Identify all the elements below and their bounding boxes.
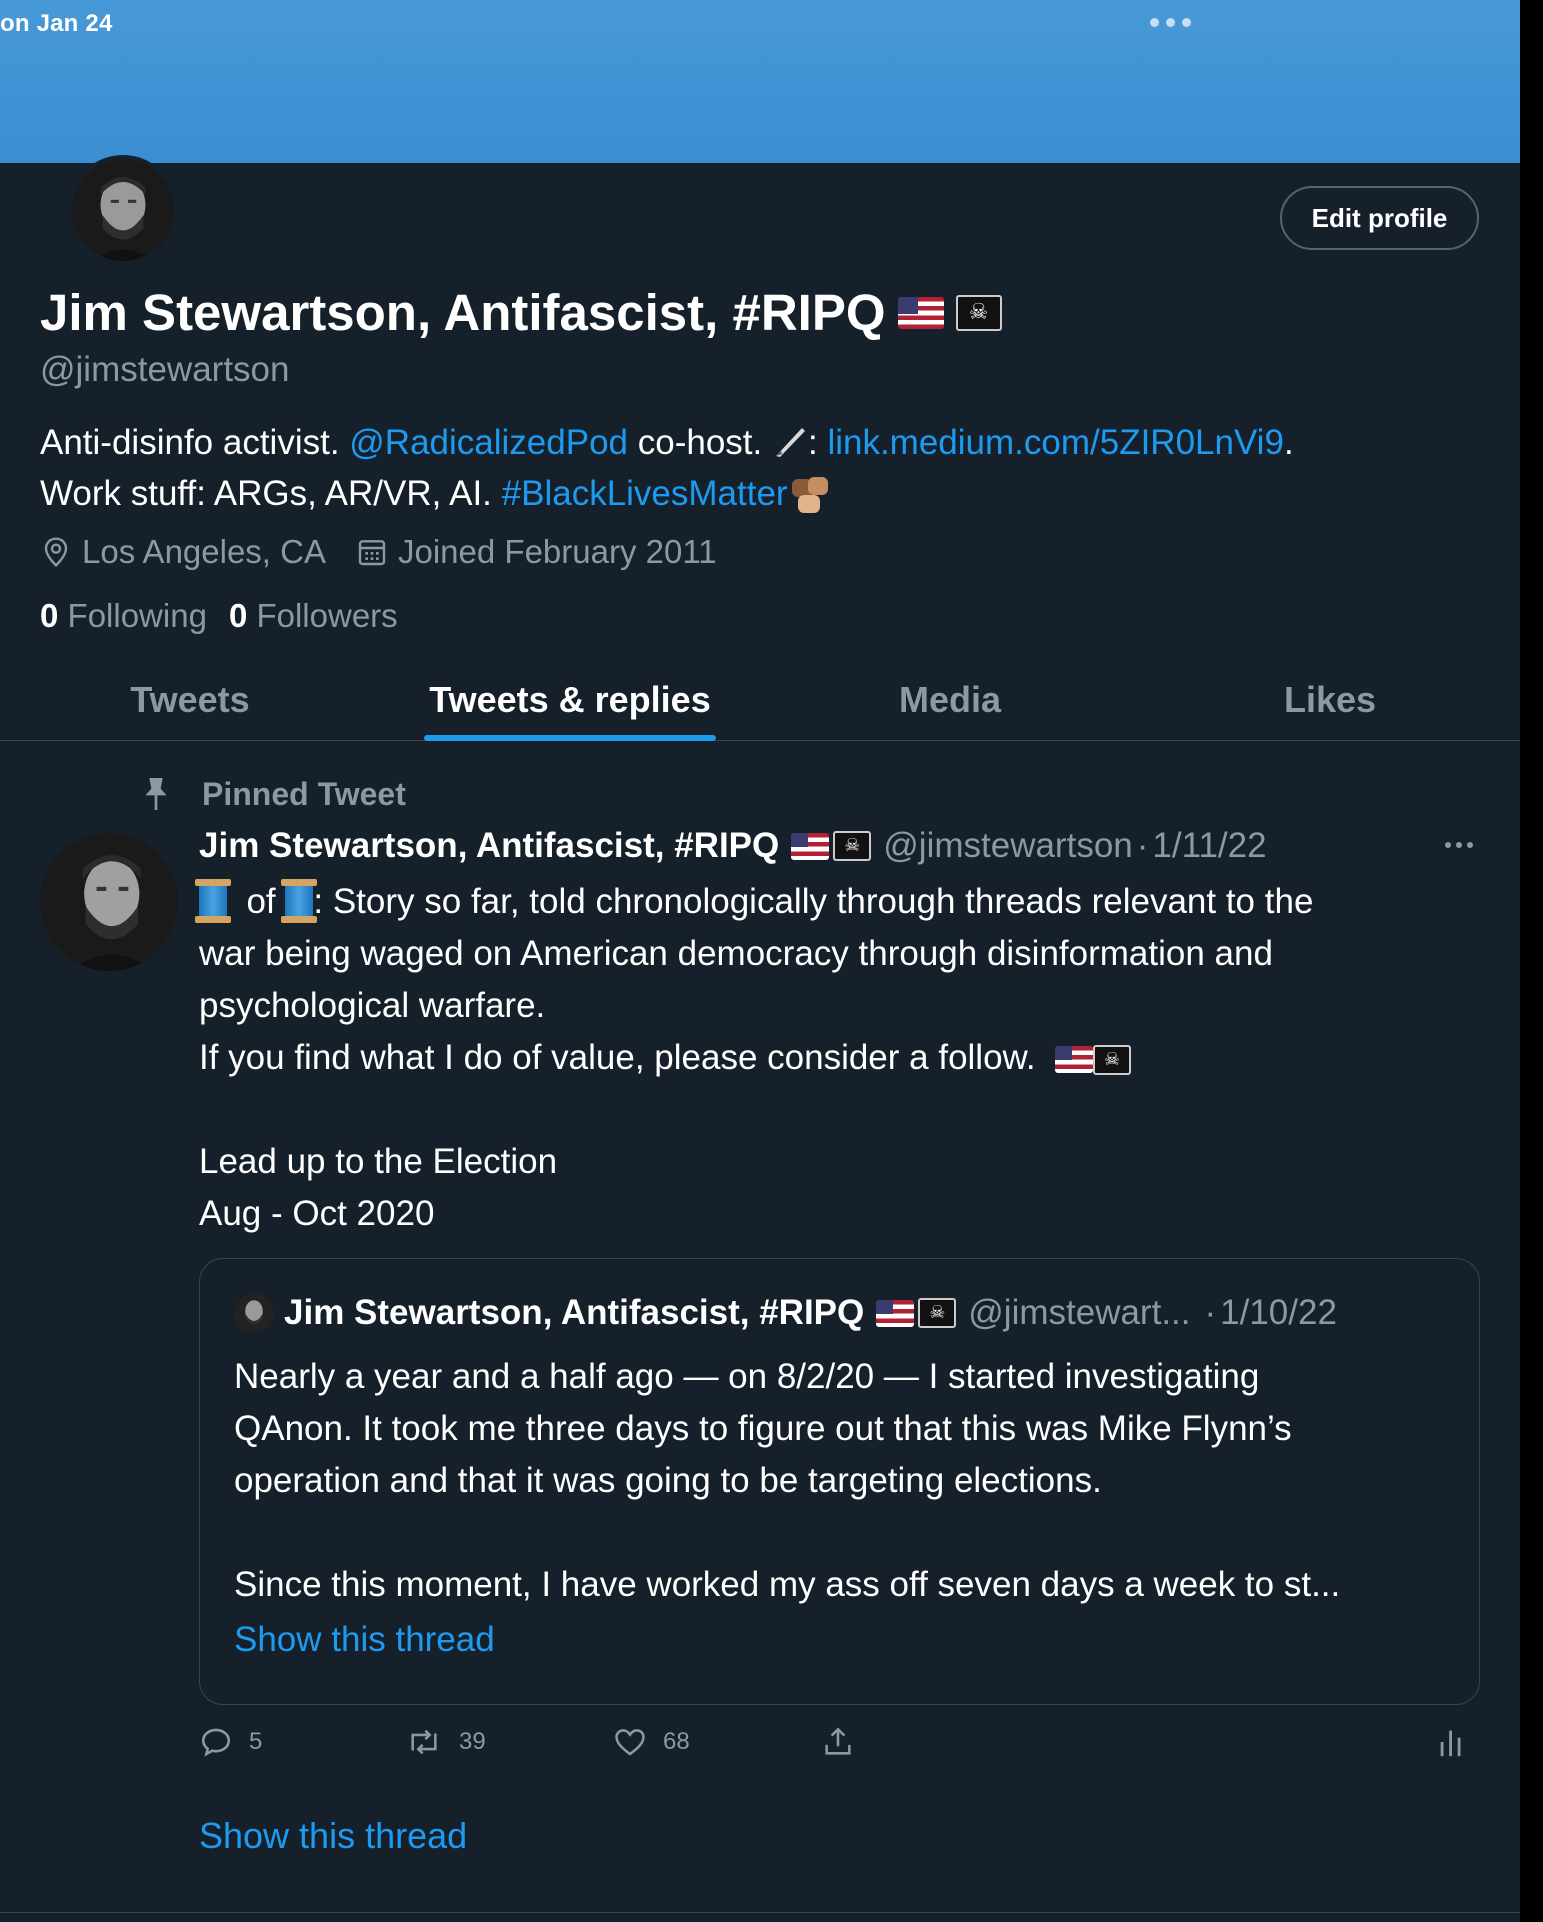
- thread-spool-icon: [195, 879, 231, 923]
- quoted-tweet-header: Jim Stewartson, Antifascist, #RIPQ ☠ @ji…: [234, 1293, 1337, 1333]
- banner-date-fragment: on Jan 24: [0, 10, 113, 37]
- profile-handle: @jimstewartson: [40, 350, 290, 389]
- tab-tweets-replies[interactable]: Tweets & replies: [380, 660, 760, 740]
- joined-text: Joined February 2011: [398, 533, 717, 570]
- reply-icon: [201, 1728, 231, 1757]
- calendar-icon: [358, 540, 386, 566]
- tweet-author-handle[interactable]: @jimstewartson: [883, 826, 1132, 866]
- divider: [0, 1912, 1520, 1913]
- us-flag-icon: [1055, 1046, 1094, 1074]
- edit-profile-button[interactable]: Edit profile: [1280, 186, 1479, 250]
- bio-mention-link[interactable]: @RadicalizedPod: [349, 423, 628, 462]
- tab-media[interactable]: Media: [760, 660, 1140, 740]
- reply-button[interactable]: 5: [199, 1725, 262, 1759]
- retweet-count: 39: [459, 1728, 486, 1755]
- profile-avatar[interactable]: [68, 155, 178, 265]
- profile-banner: on Jan 24: [0, 0, 1520, 163]
- bio-text: Work stuff: ARGs, AR/VR, AI.: [40, 474, 502, 513]
- like-button[interactable]: 68: [613, 1725, 690, 1759]
- tweet-text-fragment: If you find what I do of value, please c…: [199, 1038, 1036, 1077]
- tweet-line: war being waged on American democracy th…: [199, 934, 1273, 973]
- bio-text: :: [807, 423, 828, 462]
- like-icon: [615, 1729, 645, 1756]
- show-thread-link[interactable]: Show this thread: [199, 1815, 467, 1857]
- tab-tweets[interactable]: Tweets: [0, 660, 380, 740]
- tweet-separator: ·: [1136, 826, 1149, 865]
- more-dots-icon[interactable]: [1150, 18, 1191, 27]
- bio-text: co-host.: [628, 423, 772, 462]
- pirate-flag-icon: ☠: [1093, 1044, 1132, 1075]
- tweet-line: Lead up to the Election: [199, 1142, 558, 1181]
- thread-spool-icon: [281, 879, 318, 923]
- tweet-actions: 5 39 68: [199, 1725, 1489, 1770]
- tweet-avatar[interactable]: [40, 833, 178, 971]
- location-text: Los Angeles, CA: [82, 533, 326, 570]
- quoted-line: Nearly a year and a half ago — on 8/2/20…: [234, 1357, 1260, 1396]
- retweet-button[interactable]: 39: [405, 1725, 486, 1759]
- reply-count: 5: [249, 1728, 263, 1755]
- profile-meta: Los Angeles, CA Joined February 2011: [40, 533, 717, 571]
- retweet-icon: [411, 1729, 437, 1755]
- profile-location: Los Angeles, CA: [40, 533, 326, 571]
- quoted-line: QAnon. It took me three days to figure o…: [234, 1409, 1292, 1448]
- quoted-author-handle: @jimstewart...: [968, 1293, 1191, 1332]
- tweet-header: Jim Stewartson, Antifascist, #RIPQ ☠ @ji…: [199, 826, 1489, 866]
- tweet-author-name[interactable]: Jim Stewartson, Antifascist, #RIPQ: [199, 826, 779, 866]
- pirate-flag-icon: ☠: [833, 831, 872, 861]
- followers-count: 0: [228, 597, 248, 634]
- followers-label: Followers: [256, 597, 398, 634]
- profile-bio: Anti-disinfo activist. @RadicalizedPod c…: [40, 417, 1480, 519]
- bio-url-link[interactable]: link.medium.com/5ZIR0LnVi9: [827, 423, 1284, 462]
- quoted-tweet-card[interactable]: Jim Stewartson, Antifascist, #RIPQ ☠ @ji…: [199, 1258, 1480, 1705]
- pin-icon: [145, 778, 167, 810]
- like-count: 68: [663, 1728, 690, 1755]
- us-flag-icon: [876, 1299, 915, 1327]
- quoted-tweet-avatar: [234, 1293, 274, 1333]
- quoted-author-name: Jim Stewartson, Antifascist, #RIPQ: [284, 1293, 865, 1332]
- tweet-line: Aug - Oct 2020: [199, 1194, 435, 1233]
- pirate-flag-icon: ☠: [918, 1298, 957, 1328]
- profile-tabs: Tweets Tweets & replies Media Likes: [0, 660, 1520, 741]
- following-count: 0: [40, 597, 59, 634]
- feather-pen-icon: [775, 428, 805, 457]
- pirate-flag-icon: ☠: [955, 294, 1002, 331]
- tweet-text-fragment: of: [246, 882, 276, 921]
- bio-text: .: [1283, 423, 1294, 462]
- share-icon: [825, 1727, 851, 1755]
- tweet-text: of : Story so far, told chronologically …: [195, 876, 1499, 1240]
- following-label: Following: [67, 597, 207, 634]
- analytics-icon: [1440, 1730, 1461, 1757]
- us-flag-icon: [897, 296, 944, 329]
- following-link[interactable]: 0 Following: [40, 597, 207, 635]
- quoted-tweet-text: Nearly a year and a half ago — on 8/2/20…: [234, 1351, 1454, 1666]
- quoted-show-thread-link[interactable]: Show this thread: [234, 1614, 1454, 1666]
- quoted-line: Since this moment, I have worked my ass …: [234, 1565, 1341, 1604]
- more-dots-icon[interactable]: [1445, 842, 1473, 848]
- tweet-line: If you find what I do of value, please c…: [199, 1032, 1499, 1084]
- quoted-date: 1/10/22: [1220, 1293, 1337, 1332]
- pinned-tweet-label: Pinned Tweet: [140, 775, 406, 813]
- profile-joined: Joined February 2011: [356, 533, 717, 571]
- quoted-line: operation and that it was going to be ta…: [234, 1461, 1102, 1500]
- raised-fists-icon: [791, 476, 828, 513]
- tab-likes[interactable]: Likes: [1140, 660, 1520, 740]
- display-name-text: Jim Stewartson, Antifascist, #RIPQ: [40, 284, 886, 341]
- window-edge: [1520, 0, 1543, 1922]
- tweet-line: of : Story so far, told chronologically …: [195, 876, 1499, 928]
- pinned-label-text: Pinned Tweet: [202, 775, 406, 812]
- analytics-button[interactable]: [1437, 1725, 1467, 1759]
- location-pin-icon: [44, 537, 68, 567]
- bio-hashtag-link[interactable]: #BlackLivesMatter: [502, 474, 788, 513]
- tweet-text-fragment: : Story so far, told chronologically thr…: [313, 882, 1314, 921]
- share-button[interactable]: [821, 1725, 855, 1759]
- bio-text: Anti-disinfo activist.: [40, 423, 350, 462]
- us-flag-icon: [791, 832, 830, 860]
- tweet-date[interactable]: 1/11/22: [1152, 826, 1266, 866]
- quoted-separator: ·: [1204, 1293, 1217, 1332]
- profile-stats: 0 Following 0 Followers: [40, 597, 398, 635]
- tweet-line: psychological warfare.: [199, 986, 546, 1025]
- followers-link[interactable]: 0 Followers: [229, 597, 398, 635]
- profile-display-name: Jim Stewartson, Antifascist, #RIPQ ☠: [40, 283, 1002, 342]
